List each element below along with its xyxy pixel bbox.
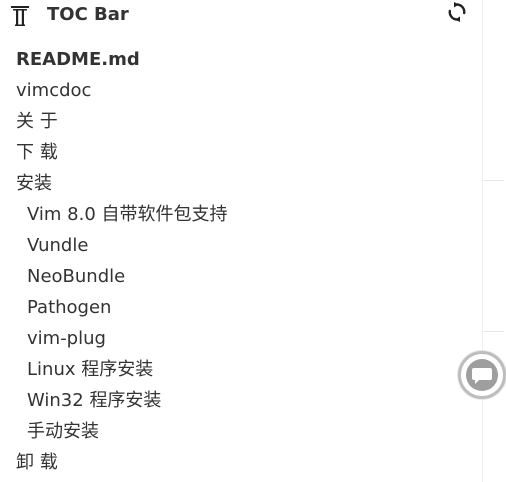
toc-list: README.md vimcdoc 关 于下 载安装 Vim 8.0 自带软件包支持 V… [0, 44, 480, 478]
app-root: TOC Bar README.md vimcdoc 关 于下 载安装 Vim 8.0 … [0, 0, 506, 482]
toc-item[interactable]: 安装 [0, 168, 480, 199]
toc-icon [11, 6, 29, 26]
toc-item[interactable]: 卸 载 [0, 447, 480, 478]
chat-bubble-icon [466, 359, 498, 391]
floating-chat-button[interactable] [458, 351, 506, 399]
scroll-gutter [482, 0, 506, 482]
toc-item[interactable]: Win32 程序安装 [0, 385, 480, 416]
toc-item[interactable]: NeoBundle [0, 261, 480, 292]
toc-header: TOC Bar [0, 0, 482, 32]
toc-item[interactable]: vim-plug [0, 323, 480, 354]
toc-item[interactable]: 关 于 [0, 106, 480, 137]
toc-item[interactable]: vimcdoc [0, 75, 480, 106]
gutter-divider [484, 331, 504, 332]
refresh-icon[interactable] [446, 1, 468, 23]
toc-item[interactable]: README.md [0, 44, 480, 75]
toc-item[interactable]: Vundle [0, 230, 480, 261]
gutter-divider [484, 180, 504, 181]
toc-item[interactable]: Vim 8.0 自带软件包支持 [0, 199, 480, 230]
toc-item[interactable]: Pathogen [0, 292, 480, 323]
panel-title: TOC Bar [47, 4, 129, 25]
toc-item[interactable]: Linux 程序安装 [0, 354, 480, 385]
toc-item[interactable]: 手动安装 [0, 416, 480, 447]
toc-item[interactable]: 下 载 [0, 137, 480, 168]
toc-panel: TOC Bar README.md vimcdoc 关 于下 载安装 Vim 8.0 … [0, 0, 482, 482]
